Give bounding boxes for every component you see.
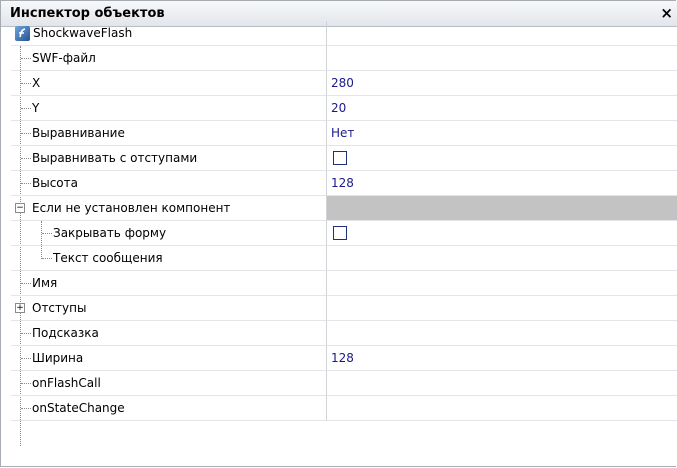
property-row-message-text[interactable]: Текст сообщения xyxy=(11,246,677,271)
property-row-x[interactable]: X 280 xyxy=(11,71,677,96)
component-row[interactable]: ShockwaveFlash xyxy=(11,21,677,46)
collapse-icon[interactable]: − xyxy=(15,203,25,213)
property-row-alignment[interactable]: Выравнивание Нет xyxy=(11,121,677,146)
property-label: onStateChange xyxy=(32,401,125,415)
property-value: Нет xyxy=(331,126,355,140)
property-label: Отступы xyxy=(32,301,87,315)
property-row-y[interactable]: Y 20 xyxy=(11,96,677,121)
close-form-checkbox[interactable] xyxy=(333,226,347,240)
property-value: 128 xyxy=(331,176,354,190)
property-label: Y xyxy=(32,101,40,115)
panel-title: Инспектор объектов xyxy=(10,6,165,21)
property-label: Текст сообщения xyxy=(53,251,163,265)
align-with-margins-checkbox[interactable] xyxy=(333,151,347,165)
property-row-align-with-margins[interactable]: Выравнивать с отступами xyxy=(11,146,677,171)
property-row-onstatechange[interactable]: onStateChange xyxy=(11,396,677,421)
component-name: ShockwaveFlash xyxy=(33,26,133,40)
property-label: Подсказка xyxy=(32,326,99,340)
property-row-margins[interactable]: + Отступы xyxy=(11,296,677,321)
object-inspector-window: Инспектор объектов × ShockwaveFlash SWF-… xyxy=(0,0,677,467)
property-label: onFlashCall xyxy=(32,376,101,390)
property-value: 20 xyxy=(331,101,347,115)
expand-icon[interactable]: + xyxy=(15,303,25,313)
property-row-hint[interactable]: Подсказка xyxy=(11,321,677,346)
flash-icon xyxy=(15,26,30,41)
property-label: Если не установлен компонент xyxy=(32,201,231,215)
property-row-onflashcall[interactable]: onFlashCall xyxy=(11,371,677,396)
property-label: SWF-файл xyxy=(32,51,96,65)
property-row-height[interactable]: Высота 128 xyxy=(11,171,677,196)
property-row-width[interactable]: Ширина 128 xyxy=(11,346,677,371)
property-value: 280 xyxy=(331,76,354,90)
property-label: X xyxy=(32,76,41,90)
property-label: Выравнивание xyxy=(32,126,125,140)
property-row-name[interactable]: Имя xyxy=(11,271,677,296)
property-value: 128 xyxy=(331,351,354,365)
property-label: Выравнивать с отступами xyxy=(32,151,198,165)
property-row-swf-file[interactable]: SWF-файл xyxy=(11,46,677,71)
property-label: Закрывать форму xyxy=(53,226,167,240)
property-row-if-component-missing[interactable]: − Если не установлен компонент xyxy=(11,196,677,221)
property-row-close-form[interactable]: Закрывать форму xyxy=(11,221,677,246)
property-label: Ширина xyxy=(32,351,84,365)
close-icon[interactable]: × xyxy=(660,4,673,22)
property-label: Имя xyxy=(32,276,58,290)
property-label: Высота xyxy=(32,176,78,190)
